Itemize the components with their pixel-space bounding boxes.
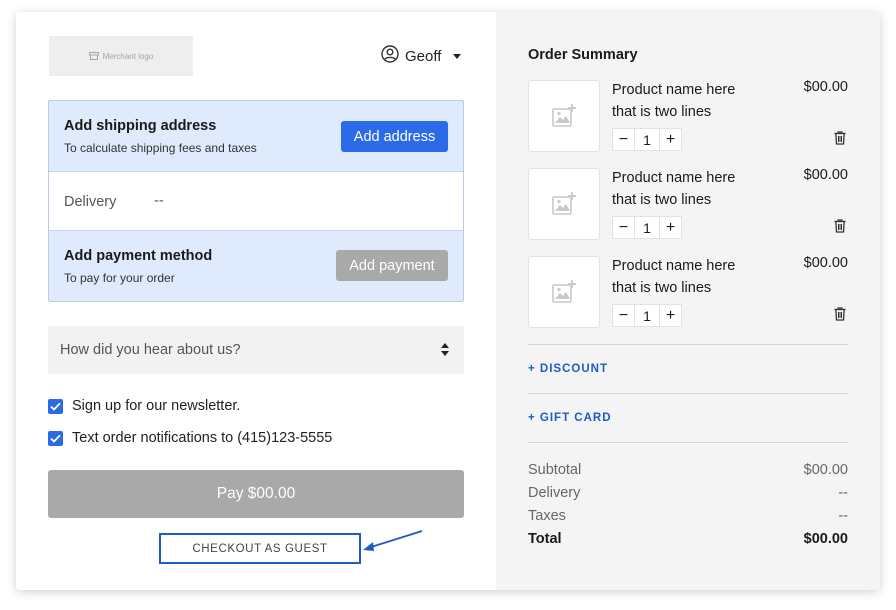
- referral-select[interactable]: How did you hear about us?: [48, 326, 464, 374]
- quantity-stepper: − 1 +: [612, 304, 682, 327]
- checkmark-icon: [50, 434, 61, 443]
- checkout-as-guest-button[interactable]: CHECKOUT AS GUEST: [159, 533, 361, 564]
- subtotal-label: Subtotal: [528, 462, 582, 478]
- cart-item: Product name here that is two lines $00.…: [528, 167, 848, 240]
- increase-quantity-button[interactable]: +: [659, 216, 682, 239]
- shipping-title: Add shipping address: [64, 118, 217, 134]
- add-payment-button[interactable]: Add payment: [336, 250, 448, 281]
- trash-icon[interactable]: [834, 219, 846, 238]
- product-name: Product name here that is two lines: [612, 170, 736, 208]
- payment-section: Add payment method To pay for your order…: [49, 231, 463, 301]
- sms-notifications-label: Text order notifications to (415)123-555…: [72, 430, 333, 446]
- caret-down-icon: [453, 54, 462, 59]
- increase-quantity-button[interactable]: +: [659, 128, 682, 151]
- merchant-logo-text: Merchant logo: [102, 51, 154, 61]
- divider: [528, 344, 848, 345]
- referral-select-placeholder: How did you hear about us?: [60, 342, 241, 358]
- add-image-icon: [552, 280, 576, 303]
- newsletter-label: Sign up for our newsletter.: [72, 398, 241, 414]
- product-price: $00.00: [803, 79, 848, 95]
- quantity-stepper: − 1 +: [612, 216, 682, 239]
- order-summary-title: Order Summary: [528, 47, 638, 63]
- decrease-quantity-button[interactable]: −: [612, 128, 635, 151]
- newsletter-option: Sign up for our newsletter.: [48, 398, 240, 414]
- product-name: Product name here that is two lines: [612, 82, 736, 120]
- user-menu[interactable]: Geoff: [381, 45, 462, 68]
- subtotal-value: $00.00: [803, 462, 848, 478]
- add-gift-card-link[interactable]: + GIFT CARD: [528, 412, 612, 424]
- taxes-label: Taxes: [528, 508, 566, 524]
- product-price: $00.00: [803, 255, 848, 271]
- cart-item: Product name here that is two lines $00.…: [528, 79, 848, 152]
- add-discount-link[interactable]: + DISCOUNT: [528, 363, 608, 375]
- total-label: Total: [528, 531, 562, 547]
- add-image-icon: [552, 192, 576, 215]
- divider: [528, 442, 848, 443]
- arrow-icon: [360, 528, 426, 561]
- product-price: $00.00: [803, 167, 848, 183]
- product-name: Product name here that is two lines: [612, 258, 736, 296]
- sms-option: Text order notifications to (415)123-555…: [48, 430, 332, 446]
- order-summary-panel: Order Summary Product name here that is …: [496, 12, 880, 590]
- delivery-value: --: [154, 193, 164, 209]
- delivery-summary-label: Delivery: [528, 485, 581, 501]
- quantity-value[interactable]: 1: [635, 304, 659, 327]
- shipping-section: Add shipping address To calculate shippi…: [49, 101, 463, 172]
- cart-item: Product name here that is two lines $00.…: [528, 255, 848, 328]
- total-value: $00.00: [803, 531, 848, 547]
- add-address-button[interactable]: Add address: [341, 121, 448, 152]
- delivery-section: Delivery --: [49, 172, 463, 231]
- product-thumbnail: [528, 256, 600, 328]
- quantity-stepper: − 1 +: [612, 128, 682, 151]
- quantity-value[interactable]: 1: [635, 128, 659, 151]
- store-icon: [88, 52, 99, 60]
- quantity-value[interactable]: 1: [635, 216, 659, 239]
- user-circle-icon: [381, 45, 399, 68]
- divider: [528, 393, 848, 394]
- newsletter-checkbox[interactable]: [48, 398, 63, 414]
- product-thumbnail: [528, 168, 600, 240]
- increase-quantity-button[interactable]: +: [659, 304, 682, 327]
- decrease-quantity-button[interactable]: −: [612, 216, 635, 239]
- add-image-icon: [552, 104, 576, 127]
- merchant-logo: Merchant logo: [49, 36, 193, 76]
- product-thumbnail: [528, 80, 600, 152]
- checkout-details-box: Add shipping address To calculate shippi…: [48, 100, 464, 302]
- trash-icon[interactable]: [834, 131, 846, 150]
- checkmark-icon: [50, 402, 61, 411]
- payment-title: Add payment method: [64, 248, 213, 264]
- select-arrows-icon: [441, 343, 449, 356]
- sms-notifications-checkbox[interactable]: [48, 430, 63, 446]
- taxes-value: --: [838, 508, 848, 524]
- payment-subtitle: To pay for your order: [64, 271, 175, 285]
- delivery-summary-value: --: [838, 485, 848, 501]
- pay-button[interactable]: Pay $00.00: [48, 470, 464, 518]
- user-name: Geoff: [405, 48, 442, 65]
- decrease-quantity-button[interactable]: −: [612, 304, 635, 327]
- trash-icon[interactable]: [834, 307, 846, 326]
- checkout-form-panel: Merchant logo Geoff Add shipping address…: [16, 12, 496, 590]
- shipping-subtitle: To calculate shipping fees and taxes: [64, 141, 257, 155]
- delivery-label: Delivery: [64, 194, 117, 210]
- checkout-card: Merchant logo Geoff Add shipping address…: [16, 12, 880, 590]
